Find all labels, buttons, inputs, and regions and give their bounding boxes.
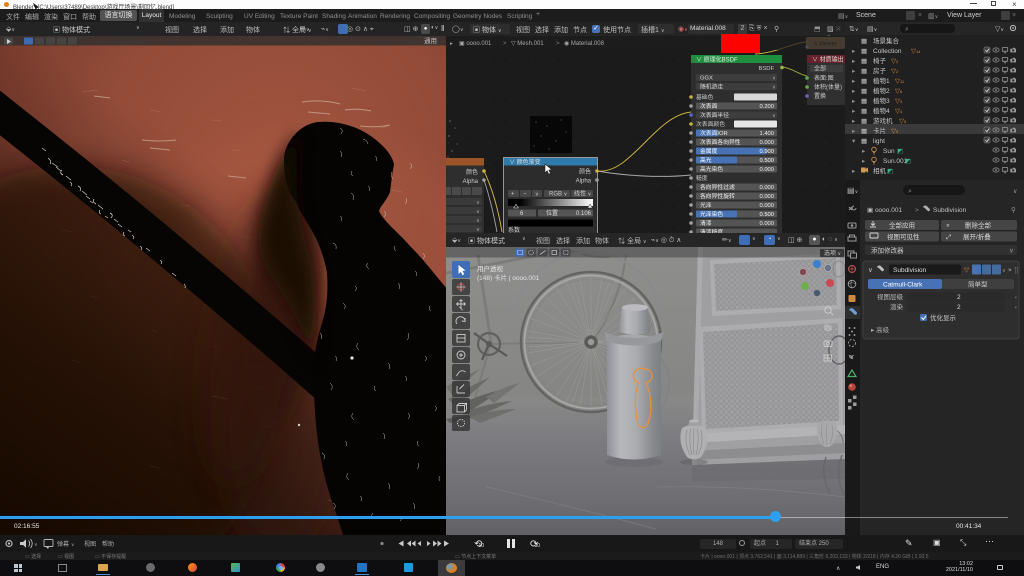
svg-text:选项 ∨: 选项 ∨ (824, 249, 842, 257)
svg-text:Subdivision: Subdivision (933, 207, 967, 214)
svg-text:▸: ▸ (450, 41, 453, 47)
svg-text:2: 2 (957, 304, 961, 311)
svg-text:全部应用: 全部应用 (889, 221, 915, 230)
svg-text:▸ 高级: ▸ 高级 (871, 325, 890, 334)
svg-text:删除全部: 删除全部 (965, 221, 992, 230)
svg-text:∨: ∨ (772, 85, 776, 91)
svg-text:0.000: 0.000 (759, 185, 774, 191)
svg-text:▣ oooo.001: ▣ oooo.001 (459, 41, 492, 47)
svg-text:•: • (1015, 295, 1017, 301)
svg-text:用户透视: 用户透视 (477, 264, 504, 273)
svg-text:∨: ∨ (868, 267, 873, 274)
svg-text:∨ 原理化BSDF: ∨ 原理化BSDF (696, 56, 738, 64)
svg-text:视图: 视图 (84, 540, 96, 548)
svg-text:0.200: 0.200 (759, 104, 774, 110)
svg-text:系数: 系数 (508, 226, 520, 233)
svg-text:RGB ∨: RGB ∨ (549, 192, 568, 198)
svg-text:0.900: 0.900 (759, 149, 774, 155)
svg-text:◉ Material.008: ◉ Material.008 (564, 41, 605, 47)
svg-text:∨: ∨ (34, 542, 38, 548)
svg-text:⌕: ⌕ (908, 188, 912, 195)
svg-text:各向异性过滤: 各向异性过滤 (700, 183, 735, 191)
svg-text:添加修改器: 添加修改器 (871, 246, 904, 255)
svg-text:0.106: 0.106 (576, 211, 592, 217)
svg-text:0.500: 0.500 (759, 158, 774, 164)
svg-text:Catmull-Clark: Catmull-Clark (883, 282, 923, 289)
svg-text:BSDF: BSDF (759, 66, 775, 72)
svg-text:+: + (511, 192, 515, 198)
svg-text:⣿: ⣿ (1014, 266, 1019, 274)
svg-text:次表面: 次表面 (700, 102, 718, 110)
svg-text:展开/折叠: 展开/折叠 (963, 232, 991, 241)
svg-text:2: 2 (957, 294, 961, 301)
svg-text:−: − (523, 192, 527, 198)
svg-text:0.500: 0.500 (759, 212, 774, 218)
svg-text:>: > (503, 41, 507, 47)
svg-text:次表面IOR: 次表面IOR (700, 129, 728, 137)
svg-text:高光染色: 高光染色 (700, 165, 723, 173)
svg-text:(148) 卡片 | oooo.001: (148) 卡片 | oooo.001 (477, 273, 540, 282)
svg-text:视图层级: 视图层级 (877, 292, 904, 301)
svg-text:∨: ∨ (772, 76, 776, 82)
svg-text:通用: 通用 (424, 36, 437, 45)
svg-text:次表面各向异性: 次表面各向异性 (700, 138, 741, 146)
svg-text:∨: ∨ (1009, 248, 1014, 255)
svg-text:弹幕: 弹幕 (57, 540, 69, 548)
svg-text:光泽染色: 光泽染色 (700, 210, 723, 218)
svg-text:∨: ∨ (71, 542, 75, 547)
svg-text:•: • (1015, 305, 1017, 311)
svg-text:糙度: 糙度 (696, 174, 708, 182)
svg-text:位置: 位置 (546, 209, 558, 217)
svg-text:次表面颜色: 次表面颜色 (696, 120, 725, 128)
svg-text:基础色: 基础色 (696, 93, 714, 101)
svg-text:>: > (915, 207, 919, 214)
svg-text:光泽: 光泽 (700, 201, 712, 209)
svg-text:0.000: 0.000 (759, 194, 774, 200)
svg-text:∨ 颜色渐变: ∨ 颜色渐变 (509, 158, 541, 166)
svg-text:>: > (556, 41, 560, 47)
svg-text:颜色: 颜色 (466, 168, 478, 176)
svg-text:随机游走: 随机游走 (700, 83, 723, 91)
svg-text:0.000: 0.000 (759, 203, 774, 209)
svg-text:体积(体量): 体积(体量) (814, 83, 842, 91)
svg-text:∨: ∨ (1013, 189, 1017, 195)
svg-text:视图可见性: 视图可见性 (887, 232, 920, 241)
svg-text:颜色: 颜色 (579, 168, 591, 176)
svg-text:次表面半径: 次表面半径 (700, 111, 729, 119)
svg-text:∨: ∨ (1002, 268, 1006, 274)
svg-text:×: × (946, 223, 950, 230)
svg-text:0.000: 0.000 (759, 167, 774, 173)
svg-text:∨: ∨ (476, 218, 480, 224)
svg-text:简单型: 简单型 (968, 280, 988, 289)
svg-text:0.000: 0.000 (759, 140, 774, 146)
svg-text:1.400: 1.400 (759, 131, 774, 137)
svg-text:帮助: 帮助 (102, 540, 114, 548)
svg-text:高光: 高光 (700, 156, 712, 164)
svg-text:优化显示: 优化显示 (930, 313, 957, 322)
svg-text:Alpha: Alpha (463, 179, 479, 185)
svg-text:Subdivision: Subdivision (893, 267, 927, 274)
svg-text:×: × (1008, 267, 1012, 274)
svg-text:表面:图: 表面:图 (814, 74, 834, 82)
svg-text:⤢: ⤢ (946, 234, 952, 241)
svg-text:线性 ∨: 线性 ∨ (574, 190, 592, 198)
svg-text:∨: ∨ (476, 200, 480, 206)
svg-text:∨: ∨ (535, 192, 539, 198)
svg-text:全部: 全部 (814, 65, 826, 73)
svg-text:清漆: 清漆 (700, 219, 712, 227)
svg-text:∨ 材质输出: ∨ 材质输出 (812, 56, 844, 64)
svg-text:渲染: 渲染 (890, 302, 904, 311)
svg-text:∨: ∨ (772, 113, 776, 119)
svg-text:Alpha: Alpha (576, 179, 592, 185)
svg-text:▽ Mesh.001: ▽ Mesh.001 (511, 41, 544, 47)
svg-text:∨: ∨ (476, 209, 480, 215)
svg-text:各向异性旋转: 各向异性旋转 (700, 192, 735, 200)
svg-text:金属度: 金属度 (700, 147, 718, 155)
svg-text:⚲: ⚲ (1011, 206, 1016, 214)
svg-text:0.000: 0.000 (759, 221, 774, 227)
svg-text:置换: 置换 (814, 92, 826, 100)
svg-text:GGX: GGX (700, 76, 713, 82)
svg-text:▣ oooo.001: ▣ oooo.001 (867, 207, 902, 214)
